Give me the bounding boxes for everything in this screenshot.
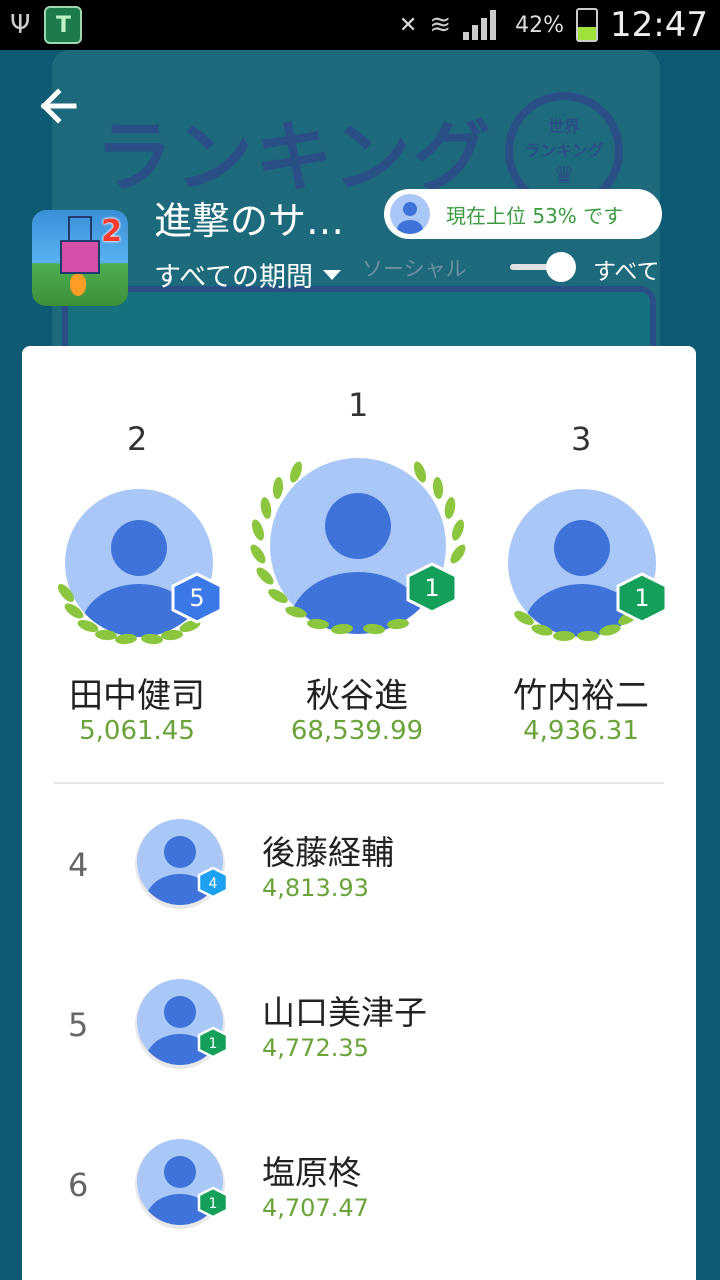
list-rank: 6 — [68, 1166, 89, 1204]
status-bar: Ψ T ✕ ≋ 42% 12:47 — [0, 0, 720, 50]
list-avatar: 4 — [135, 819, 229, 909]
game-icon: 2 — [32, 210, 128, 306]
toggle-thumb — [546, 252, 576, 282]
rocket-flame-shape — [70, 274, 86, 296]
podium-name-2: 田中健司 — [69, 676, 205, 716]
player-avatar-icon — [390, 194, 430, 234]
battery-percent: 42% — [515, 12, 565, 38]
wifi-icon: ≋ — [429, 10, 452, 40]
podium-level-3: 1 — [634, 584, 649, 612]
game-icon-number: 2 — [101, 214, 122, 249]
signal-icon — [463, 10, 503, 40]
mute-icon: ✕ — [398, 12, 418, 38]
podium-rank-2: 2 — [127, 420, 148, 458]
podium-score-3: 4,936.31 — [523, 716, 639, 746]
podium-name-1: 秋谷進 — [306, 676, 408, 716]
list-name: 山口美津子 — [262, 993, 427, 1032]
podium-level-2: 5 — [189, 584, 204, 612]
list-avatar: 1 — [135, 1139, 229, 1229]
list-name: 塩原柊 — [262, 1153, 361, 1192]
list-level: 4 — [209, 876, 218, 892]
filter-all-label[interactable]: すべて — [593, 252, 659, 286]
game-title: 進撃のサ… — [154, 199, 345, 243]
podium-rank-1: 1 — [348, 386, 369, 424]
dropdown-caret-icon — [323, 269, 342, 280]
period-dropdown[interactable]: すべての期間 — [154, 255, 342, 294]
house-shape — [60, 240, 100, 274]
list-score: 4,707.47 — [262, 1194, 369, 1222]
battery-icon — [576, 8, 599, 42]
list-rank: 4 — [68, 846, 89, 884]
back-arrow-icon[interactable] — [38, 88, 78, 124]
podium-avatar-1[interactable]: 1 — [248, 454, 468, 654]
usb-icon: Ψ — [10, 10, 31, 40]
trophy-icon: ♛ — [553, 161, 575, 189]
list-level: 1 — [209, 1036, 218, 1052]
podium-level-1: 1 — [424, 574, 439, 602]
podium-avatar-2[interactable]: 5 — [54, 488, 224, 658]
rank-status-text: 現在上位 53% です — [446, 203, 624, 228]
podium-score-1: 68,539.99 — [290, 716, 424, 746]
podium-score-2: 5,061.45 — [79, 716, 195, 746]
badge-line-2: ランキング — [524, 141, 604, 160]
podium-name-3: 竹内裕二 — [513, 676, 649, 716]
divider — [54, 782, 664, 784]
list-score: 4,813.93 — [262, 874, 369, 902]
list-name: 後藤経輔 — [262, 833, 394, 872]
social-all-toggle[interactable] — [510, 252, 576, 282]
clock: 12:47 — [610, 5, 708, 45]
podium-avatar-3[interactable]: 1 — [502, 488, 672, 658]
rank-status-pill: 現在上位 53% です — [384, 189, 662, 239]
badge-line-1: 世界 — [547, 117, 580, 136]
leaderboard-card: 2 5 田中健司 5,061.45 1 1 秋谷進 68,539.99 3 1 … — [22, 346, 696, 1280]
filter-social-label[interactable]: ソーシャル — [362, 253, 467, 283]
list-level: 1 — [209, 1196, 218, 1212]
period-label: すべての期間 — [154, 262, 314, 293]
list-score: 4,772.35 — [262, 1034, 369, 1062]
list-rank: 5 — [68, 1006, 89, 1044]
podium-rank-3: 3 — [571, 420, 592, 458]
app-notification-icon: T — [44, 6, 83, 44]
list-avatar: 1 — [135, 979, 229, 1069]
